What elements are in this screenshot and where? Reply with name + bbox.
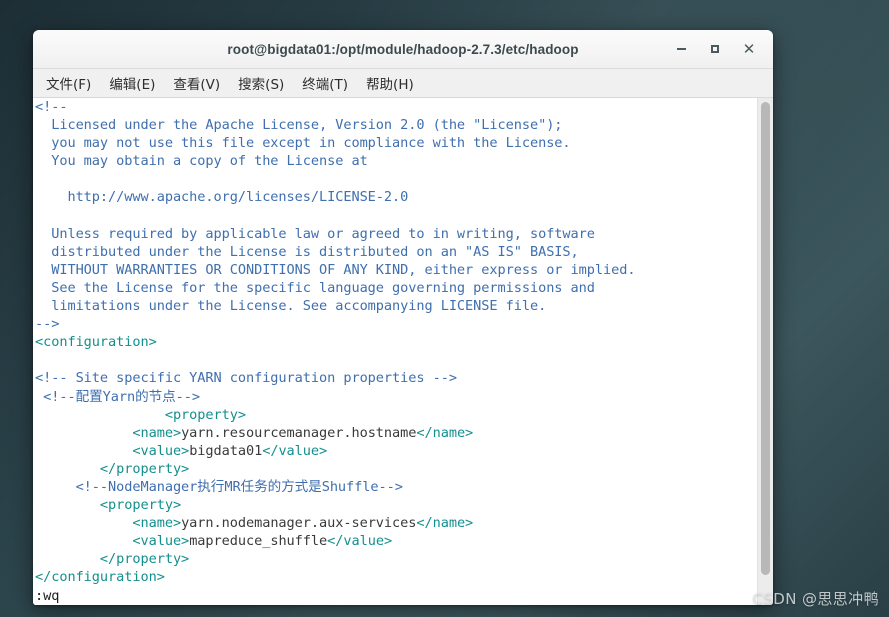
terminal-line-segment: </value> (327, 533, 393, 550)
terminal-line: <!-- (33, 98, 757, 116)
terminal-line-text: <!--配置Yarn的节点--> (35, 388, 200, 405)
terminal-line: <!-- Site specific YARN configuration pr… (33, 369, 757, 387)
terminal-line: <property> (33, 406, 757, 424)
terminal-window: root@bigdata01:/opt/module/hadoop-2.7.3/… (33, 30, 773, 605)
terminal-line: you may not use this file except in comp… (33, 134, 757, 152)
terminal-line: <name>yarn.nodemanager.aux-services</nam… (33, 514, 757, 532)
terminal-line-text: WITHOUT WARRANTIES OR CONDITIONS OF ANY … (35, 261, 636, 278)
terminal-line-text: <!--NodeManager执行MR任务的方式是Shuffle--> (35, 478, 403, 495)
terminal-line-segment: <name> (132, 424, 182, 441)
menu-item-4[interactable]: 终端(T) (293, 70, 357, 96)
terminal-line: <value>mapreduce_shuffle</value> (33, 532, 757, 550)
terminal-line-text: Licensed under the Apache License, Versi… (35, 117, 563, 134)
terminal-line-segment: <value> (132, 533, 190, 550)
terminal-line: <configuration> (33, 333, 757, 351)
terminal-line-segment (35, 443, 132, 459)
terminal-line: </configuration> (33, 568, 757, 586)
terminal-line: You may obtain a copy of the License at (33, 152, 757, 170)
menu-item-2[interactable]: 查看(V) (164, 70, 229, 96)
terminal-line-segment (35, 533, 132, 549)
terminal-line: Unless required by applicable law or agr… (33, 225, 757, 243)
window-titlebar[interactable]: root@bigdata01:/opt/module/hadoop-2.7.3/… (33, 30, 773, 69)
terminal-line-text: --> (35, 316, 60, 333)
terminal-line-text: http://www.apache.org/licenses/LICENSE-2… (35, 189, 409, 206)
maximize-button[interactable] (707, 41, 723, 57)
terminal-line-segment: yarn.resourcemanager.hostname (181, 424, 417, 441)
desktop: root@bigdata01:/opt/module/hadoop-2.7.3/… (0, 0, 889, 617)
menubar: 文件(F) 编辑(E) 查看(V) 搜索(S) 终端(T) 帮助(H) (33, 69, 773, 98)
terminal-line-segment: </name> (416, 424, 474, 441)
terminal-line: <value>bigdata01</value> (33, 442, 757, 460)
close-button[interactable]: ✕ (741, 41, 757, 57)
terminal-scrollbar[interactable] (757, 98, 773, 605)
menu-item-1[interactable]: 编辑(E) (100, 70, 164, 96)
maximize-icon (711, 45, 719, 53)
window-controls: ✕ (673, 30, 765, 68)
terminal-line: distributed under the License is distrib… (33, 243, 757, 261)
terminal-line-text: </configuration> (35, 569, 165, 586)
terminal-line: WITHOUT WARRANTIES OR CONDITIONS OF ANY … (33, 261, 757, 279)
menu-item-5[interactable]: 帮助(H) (357, 70, 423, 96)
terminal-line: <name>yarn.resourcemanager.hostname</nam… (33, 424, 757, 442)
terminal-line-segment: </value> (262, 442, 328, 459)
terminal-line-text: <property> (35, 497, 182, 514)
terminal-line-text: You may obtain a copy of the License at (35, 153, 368, 170)
terminal-line-segment: </name> (416, 515, 474, 532)
minimize-icon (676, 48, 686, 50)
terminal-line: </property> (33, 460, 757, 478)
terminal-line: See the License for the specific languag… (33, 279, 757, 297)
terminal-line-text: </property> (35, 460, 190, 477)
terminal-line-segment: <name> (132, 515, 182, 532)
terminal-text-area[interactable]: <!-- Licensed under the Apache License, … (33, 98, 757, 605)
terminal-line-text: Unless required by applicable law or agr… (35, 225, 595, 242)
terminal-line: <property> (33, 496, 757, 514)
terminal-line: </property> (33, 550, 757, 568)
window-title: root@bigdata01:/opt/module/hadoop-2.7.3/… (227, 41, 579, 57)
close-icon: ✕ (742, 39, 756, 58)
terminal-line-text: See the License for the specific languag… (35, 279, 595, 296)
terminal-line-text: <!-- (35, 99, 68, 115)
terminal-line: Licensed under the Apache License, Versi… (33, 116, 757, 134)
terminal-line-text: </property> (35, 551, 190, 568)
terminal-line-segment: yarn.nodemanager.aux-services (181, 515, 417, 532)
terminal-line: http://www.apache.org/licenses/LICENSE-2… (33, 188, 757, 206)
terminal-line: :wq (33, 587, 757, 605)
minimize-button[interactable] (673, 41, 689, 57)
terminal-line-text: <configuration> (35, 334, 157, 351)
terminal-line-segment: mapreduce_shuffle (189, 533, 328, 550)
terminal-line-segment (35, 425, 132, 441)
terminal-line-text: distributed under the License is distrib… (35, 243, 579, 260)
terminal-line: limitations under the License. See accom… (33, 297, 757, 315)
terminal-line-text: <property> (35, 406, 246, 423)
menu-item-0[interactable]: 文件(F) (37, 70, 100, 96)
terminal-line: <!--配置Yarn的节点--> (33, 388, 757, 406)
terminal-line-text: limitations under the License. See accom… (35, 298, 547, 315)
terminal-body: <!-- Licensed under the Apache License, … (33, 98, 773, 605)
menu-item-3[interactable]: 搜索(S) (229, 70, 293, 96)
terminal-line-text: you may not use this file except in comp… (35, 135, 571, 152)
scrollbar-thumb[interactable] (761, 102, 770, 575)
terminal-line-segment: <value> (132, 442, 190, 459)
terminal-line: --> (33, 315, 757, 333)
terminal-line-segment (35, 515, 132, 531)
terminal-line-text: <!-- Site specific YARN configuration pr… (35, 370, 457, 387)
terminal-line: <!--NodeManager执行MR任务的方式是Shuffle--> (33, 478, 757, 496)
terminal-line-text: :wq (35, 587, 60, 604)
terminal-line-segment: bigdata01 (189, 442, 263, 459)
